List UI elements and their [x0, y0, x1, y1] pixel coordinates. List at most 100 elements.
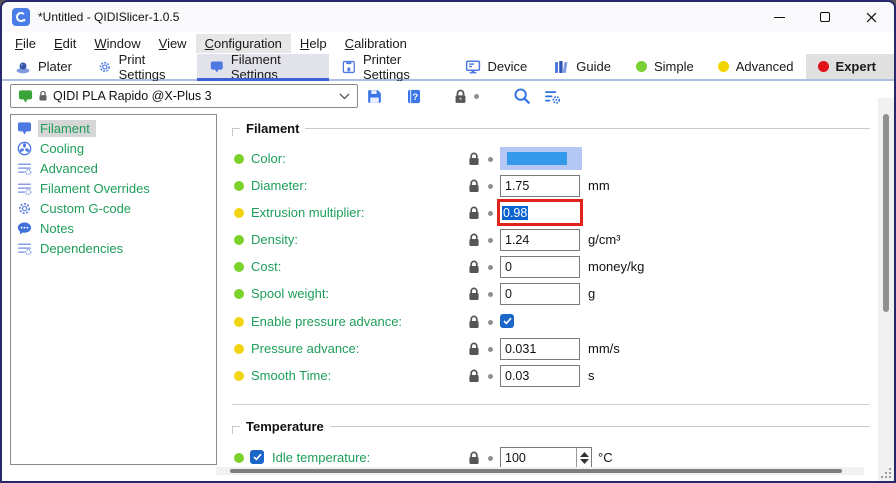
revert-dot-icon[interactable]: [488, 347, 493, 352]
preset-combobox[interactable]: QIDI PLA Rapido @X-Plus 3: [10, 84, 358, 108]
sliders-icon: [17, 241, 32, 256]
sidebar-item-filament-overrides[interactable]: Filament Overrides: [11, 178, 216, 198]
tab-print-settings[interactable]: Print Settings: [85, 54, 197, 79]
extrusion-multiplier-input[interactable]: 0.98: [497, 199, 583, 226]
spin-down-icon[interactable]: [580, 459, 589, 464]
maximize-button[interactable]: [802, 2, 848, 32]
color-swatch: [507, 152, 567, 165]
sidebar-item-dependencies[interactable]: Dependencies: [11, 238, 216, 258]
menu-calibration[interactable]: Calibration: [336, 34, 416, 53]
vertical-scrollbar-thumb[interactable]: [883, 114, 889, 312]
mode-advanced-button[interactable]: Advanced: [706, 54, 806, 79]
lock-icon[interactable]: [468, 315, 480, 329]
tab-device[interactable]: Device: [452, 54, 541, 79]
search-icon: [513, 87, 531, 105]
window-controls: [756, 2, 894, 32]
sidebar-item-advanced[interactable]: Advanced: [11, 158, 216, 178]
revert-dot-icon[interactable]: [488, 184, 493, 189]
menu-view[interactable]: View: [150, 34, 196, 53]
spinner-buttons[interactable]: [576, 448, 591, 468]
option-bullet: [234, 235, 244, 245]
idle-temperature-input[interactable]: [501, 448, 576, 468]
horizontal-scrollbar[interactable]: [216, 467, 864, 475]
setting-row-pressure-advance: Pressure advance: mm/s: [230, 336, 878, 363]
menu-file[interactable]: File: [6, 34, 45, 53]
option-bullet: [234, 262, 244, 272]
diameter-input[interactable]: [500, 175, 580, 197]
revert-dot-icon[interactable]: [488, 238, 493, 243]
revert-dot-icon[interactable]: [488, 456, 493, 461]
lock-icon[interactable]: [468, 152, 480, 166]
setting-row-diameter: Diameter: mm: [230, 173, 878, 200]
lock-preset-button[interactable]: [448, 85, 472, 107]
revert-dot-icon[interactable]: [488, 374, 493, 379]
selected-text: 0.98: [502, 206, 528, 220]
sliders-icon: [17, 161, 32, 176]
sidebar-item-notes[interactable]: Notes: [11, 218, 216, 238]
tab-printer-settings[interactable]: Printer Settings: [329, 54, 451, 79]
vertical-scrollbar[interactable]: [878, 98, 894, 481]
revert-dot-icon[interactable]: [488, 320, 493, 325]
groupbox-line: [330, 426, 870, 427]
lock-icon[interactable]: [468, 206, 480, 220]
tab-filament-settings[interactable]: Filament Settings: [197, 54, 329, 79]
compare-icon: [544, 88, 561, 105]
simple-dot-icon: [636, 61, 647, 72]
smooth-time-input[interactable]: [500, 365, 580, 387]
preset-lock-icon: [38, 90, 48, 102]
tab-guide[interactable]: Guide: [540, 54, 624, 79]
save-preset-button[interactable]: [362, 85, 386, 107]
revert-dot-icon[interactable]: [488, 211, 493, 216]
revert-dot-icon[interactable]: [488, 157, 493, 162]
enable-pressure-advance-checkbox[interactable]: [500, 314, 514, 328]
mode-switcher: Simple Advanced Expert: [624, 54, 894, 79]
compare-presets-button[interactable]: [540, 85, 564, 107]
resize-grip[interactable]: [881, 468, 892, 479]
groupbox-line: [305, 128, 870, 129]
gear-icon: [17, 201, 32, 216]
idle-temperature-checkbox[interactable]: [250, 450, 264, 464]
menu-edit[interactable]: Edit: [45, 34, 85, 53]
lock-state-dot: [474, 94, 479, 99]
pressure-advance-input[interactable]: [500, 338, 580, 360]
horizontal-scrollbar-thumb[interactable]: [230, 469, 842, 473]
mode-expert-button[interactable]: Expert: [806, 54, 894, 79]
lock-icon[interactable]: [468, 451, 480, 465]
help-button[interactable]: ?: [402, 85, 426, 107]
lock-icon[interactable]: [468, 342, 480, 356]
lock-icon[interactable]: [468, 233, 480, 247]
menu-window[interactable]: Window: [85, 34, 149, 53]
maximize-icon: [820, 12, 830, 22]
plater-icon: [15, 59, 31, 75]
revert-dot-icon[interactable]: [488, 292, 493, 297]
section-divider: [232, 404, 870, 405]
settings-panel: Filament Color: Diameter: mm: [230, 112, 878, 481]
revert-dot-icon[interactable]: [488, 265, 493, 270]
menu-help[interactable]: Help: [291, 34, 336, 53]
preset-name: QIDI PLA Rapido @X-Plus 3: [53, 89, 212, 103]
minimize-button[interactable]: [756, 2, 802, 32]
search-button[interactable]: [510, 85, 534, 107]
fan-icon: [17, 141, 32, 156]
cost-input[interactable]: [500, 256, 580, 278]
close-button[interactable]: [848, 2, 894, 32]
setting-row-color: Color:: [230, 146, 878, 173]
groupbox-line: [232, 128, 240, 136]
spool-weight-input[interactable]: [500, 283, 580, 305]
density-input[interactable]: [500, 229, 580, 251]
lock-icon[interactable]: [468, 369, 480, 383]
advanced-dot-icon: [718, 61, 729, 72]
sidebar-item-cooling[interactable]: Cooling: [11, 138, 216, 158]
spin-up-icon[interactable]: [580, 452, 589, 457]
lock-icon[interactable]: [468, 179, 480, 193]
lock-icon[interactable]: [468, 287, 480, 301]
lock-icon[interactable]: [468, 260, 480, 274]
sidebar-item-filament[interactable]: Filament: [11, 118, 216, 138]
mode-simple-button[interactable]: Simple: [624, 54, 706, 79]
section-title-temperature: Temperature: [232, 418, 870, 434]
option-bullet: [234, 289, 244, 299]
tab-plater[interactable]: Plater: [2, 54, 85, 79]
menu-configuration[interactable]: Configuration: [196, 34, 291, 53]
color-swatch-button[interactable]: [500, 147, 582, 170]
sidebar-item-custom-gcode[interactable]: Custom G-code: [11, 198, 216, 218]
